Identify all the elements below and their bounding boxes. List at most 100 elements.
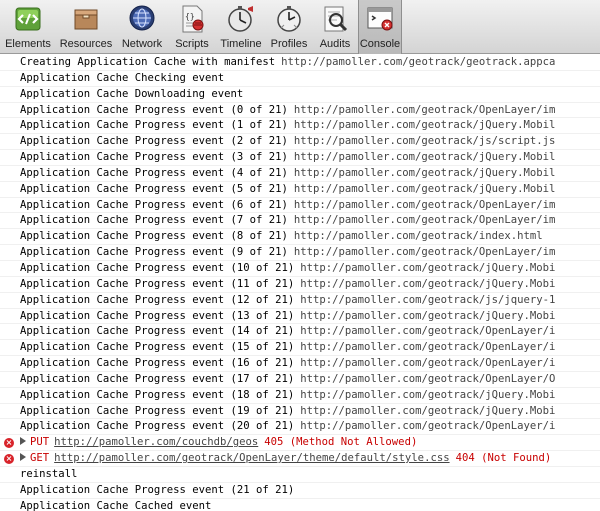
tab-label: Audits: [319, 38, 351, 50]
tab-timeline[interactable]: Timeline: [216, 0, 266, 54]
console-message: Application Cache Progress event (17 of …: [0, 372, 600, 388]
console-message: Application Cache Progress event (0 of 2…: [0, 103, 600, 119]
tab-console[interactable]: Console: [358, 0, 402, 54]
svg-text:{}: {}: [185, 12, 195, 21]
message-url-link[interactable]: http://pamoller.com/geotrack/js/jquery-1: [300, 294, 555, 306]
console-error-message[interactable]: × PUT http://pamoller.com/couchdb/geos 405 …: [0, 435, 600, 452]
console-message: Application Cache Progress event (2 of 2…: [0, 134, 600, 151]
console-message: Application Cache Checking event: [0, 71, 600, 87]
message-url-link[interactable]: http://pamoller.com/geotrack/jQuery.Mobi…: [294, 151, 556, 163]
console-log: Creating Application Cache with manifest…: [0, 55, 600, 511]
console-message: Application Cache Progress event (16 of …: [0, 356, 600, 372]
console-message: Application Cache Progress event (19 of …: [0, 404, 600, 420]
message-text: Application Cache Progress event (16 of …: [20, 357, 295, 370]
message-url-link[interactable]: http://pamoller.com/geotrack/js/script.j…: [294, 135, 556, 147]
message-text: Application Cache Progress event (4 of 2…: [20, 166, 288, 179]
message-url-link[interactable]: http://pamoller.com/geotrack/OpenLayer/i: [300, 341, 555, 353]
console-message: Application Cache Cached event: [0, 499, 600, 511]
console-message: Application Cache Progress event (6 of 2…: [0, 198, 600, 214]
network-icon: [129, 5, 155, 31]
http-method: PUT: [30, 436, 50, 449]
error-url-link[interactable]: http://pamoller.com/geotrack/OpenLayer/t…: [54, 452, 449, 464]
message-url-link[interactable]: http://pamoller.com/geotrack/jQuery.Mobi: [300, 389, 555, 401]
message-text: Application Cache Progress event (14 of …: [20, 325, 295, 338]
console-message: Application Cache Progress event (9 of 2…: [0, 245, 600, 261]
console-icon: [367, 7, 393, 31]
http-method: GET: [30, 452, 50, 465]
error-icon: ×: [4, 438, 14, 449]
message-url-link[interactable]: http://pamoller.com/geotrack/jQuery.Mobi…: [294, 183, 556, 195]
message-url-link[interactable]: http://pamoller.com/geotrack/OpenLayer/i…: [294, 214, 556, 226]
console-message: Application Cache Progress event (13 of …: [0, 309, 600, 325]
tab-label: Resources: [59, 38, 113, 50]
elements-icon: [15, 7, 41, 31]
console-message: Application Cache Progress event (4 of 2…: [0, 166, 600, 182]
message-url-link[interactable]: http://pamoller.com/geotrack/jQuery.Mobi…: [294, 167, 556, 179]
message-url-link[interactable]: http://pamoller.com/geotrack/OpenLayer/i…: [294, 104, 556, 116]
error-icon: ×: [4, 454, 14, 465]
message-text: Application Cache Progress event (7 of 2…: [20, 214, 288, 227]
message-text: Application Cache Progress event (6 of 2…: [20, 198, 288, 211]
message-url-link[interactable]: http://pamoller.com/geotrack/OpenLayer/i: [300, 357, 555, 369]
console-error-message[interactable]: × GET http://pamoller.com/geotrack/OpenLay…: [0, 451, 600, 467]
message-url-link[interactable]: http://pamoller.com/geotrack/index.html: [294, 230, 543, 242]
message-url-link[interactable]: http://pamoller.com/geotrack/OpenLayer/i: [300, 325, 555, 337]
message-text: Application Cache Progress event (8 of 2…: [20, 230, 288, 243]
message-url-link[interactable]: http://pamoller.com/geotrack/jQuery.Mobi: [300, 310, 555, 322]
message-url-link[interactable]: http://pamoller.com/geotrack/OpenLayer/O: [300, 373, 555, 385]
error-url-link[interactable]: http://pamoller.com/couchdb/geos: [54, 436, 258, 448]
tab-elements[interactable]: Elements: [0, 0, 56, 54]
message-text: Application Cache Progress event (11 of …: [20, 277, 295, 290]
console-message: Application Cache Progress event (8 of 2…: [0, 229, 600, 246]
message-text: Application Cache Progress event (17 of …: [20, 372, 295, 385]
tab-resources[interactable]: Resources: [56, 0, 116, 54]
tab-network[interactable]: Network: [116, 0, 168, 54]
profiles-icon: [277, 6, 301, 32]
timeline-icon: [228, 6, 253, 32]
message-text: Application Cache Downloading event: [20, 87, 244, 100]
toolbar: Elements Resources Network {} Scripts Ti…: [0, 0, 600, 54]
console-panel[interactable]: Creating Application Cache with manifest…: [0, 55, 600, 511]
message-text: Creating Application Cache with manifest: [20, 56, 276, 68]
console-message: reinstall: [0, 467, 600, 483]
message-url-link[interactable]: http://pamoller.com/geotrack/OpenLayer/i…: [294, 246, 556, 258]
tab-label: Profiles: [270, 38, 308, 50]
message-text: Application Cache Progress event (9 of 2…: [20, 246, 288, 259]
disclosure-triangle-icon[interactable]: [20, 453, 26, 462]
message-text: Application Cache Cached event: [20, 499, 212, 511]
console-message: Application Cache Downloading event: [0, 87, 600, 103]
message-text: Application Cache Progress event (21 of …: [20, 483, 295, 496]
resources-icon: [74, 9, 98, 30]
message-url-link[interactable]: http://pamoller.com/geotrack/OpenLayer/i…: [294, 199, 556, 211]
message-text: Application Cache Progress event (13 of …: [20, 309, 295, 322]
tab-audits[interactable]: Audits: [312, 0, 358, 54]
console-message: Application Cache Progress event (20 of …: [0, 419, 600, 436]
message-text: Application Cache Progress event (12 of …: [20, 293, 295, 306]
message-url-link[interactable]: http://pamoller.com/geotrack/OpenLayer/i: [300, 420, 555, 432]
audits-icon: [324, 6, 348, 32]
console-message: Application Cache Progress event (12 of …: [0, 293, 600, 309]
message-text: Application Cache Checking event: [20, 71, 225, 84]
message-url-link[interactable]: http://pamoller.com/geotrack/jQuery.Mobi: [300, 278, 555, 290]
message-text: Application Cache Progress event (5 of 2…: [20, 182, 288, 195]
tab-label: Timeline: [220, 38, 262, 50]
message-url-link[interactable]: http://pamoller.com/geotrack/geotrack.ap…: [281, 56, 555, 68]
console-message: Application Cache Progress event (18 of …: [0, 388, 600, 404]
http-status: 404 (Not Found): [455, 452, 552, 465]
tab-scripts[interactable]: {} Scripts: [168, 0, 216, 54]
message-text: Application Cache Progress event (15 of …: [20, 341, 295, 354]
message-text: Application Cache Progress event (1 of 2…: [20, 119, 288, 132]
message-url-link[interactable]: http://pamoller.com/geotrack/jQuery.Mobi: [300, 405, 555, 417]
console-message: Application Cache Progress event (5 of 2…: [0, 182, 600, 198]
disclosure-triangle-icon[interactable]: [20, 437, 26, 446]
message-url-link[interactable]: http://pamoller.com/geotrack/jQuery.Mobi: [300, 262, 555, 274]
message-url-link[interactable]: http://pamoller.com/geotrack/jQuery.Mobi…: [294, 119, 556, 131]
console-message: Application Cache Progress event (1 of 2…: [0, 118, 600, 135]
message-text: Application Cache Progress event (19 of …: [20, 404, 295, 417]
console-message: Application Cache Progress event (14 of …: [0, 324, 600, 341]
message-text: Application Cache Progress event (3 of 2…: [20, 151, 288, 164]
tab-profiles[interactable]: Profiles: [266, 0, 312, 54]
tab-label: Console: [359, 38, 401, 50]
tab-label: Scripts: [175, 38, 209, 50]
tab-label: Elements: [5, 38, 51, 50]
